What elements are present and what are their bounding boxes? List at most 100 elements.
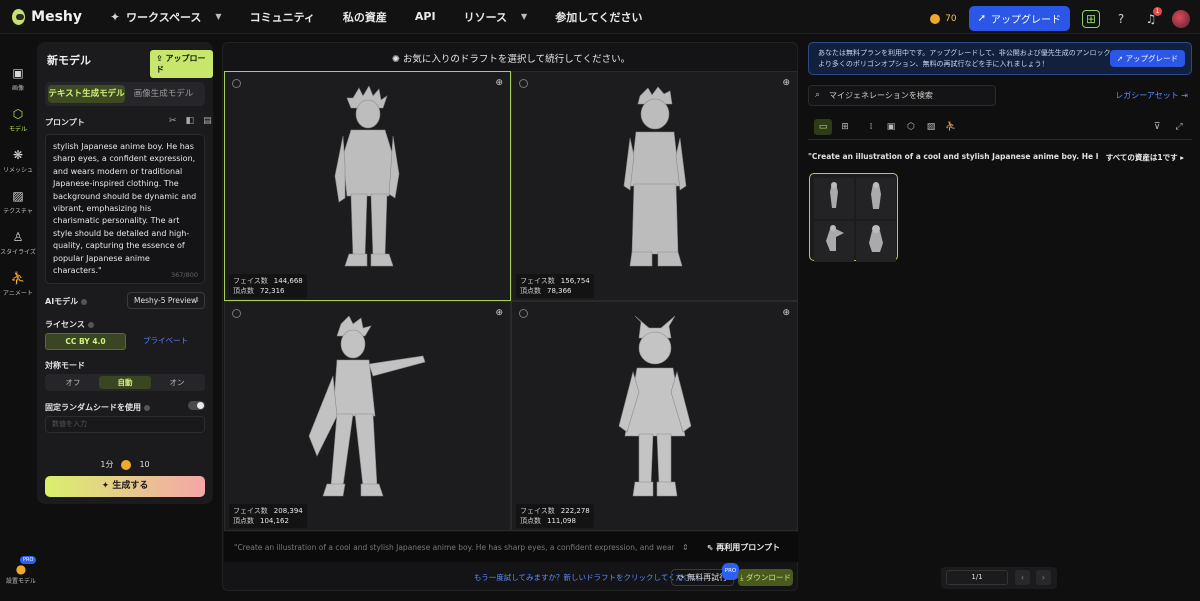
seed-label: 固定ランダムシードを使用 xyxy=(45,402,150,413)
legacy-assets-link[interactable]: レガシーアセット ⇥ xyxy=(1115,90,1188,101)
asset-count-link[interactable]: すべての資産は1です ▸ xyxy=(1106,152,1184,163)
rail-item-texture[interactable]: ▨ テクスチャ xyxy=(0,189,36,215)
zoom-in-icon[interactable]: ⊕ xyxy=(782,308,790,318)
nav-community[interactable]: コミュニティ xyxy=(236,9,329,25)
texture-icon: ▨ xyxy=(12,189,24,203)
cube-icon[interactable]: ⬡ xyxy=(902,119,920,135)
help-icon[interactable]: ? xyxy=(1112,10,1130,28)
symmetry-off[interactable]: オフ xyxy=(47,376,99,389)
image-icon[interactable]: ▣ xyxy=(882,119,900,135)
arrow-right-icon: ⇥ xyxy=(1181,91,1188,100)
ai-model-label: AIモデル xyxy=(45,296,88,307)
loading-icon: ✺ xyxy=(391,54,400,65)
info-icon[interactable] xyxy=(144,404,150,411)
filter-off-icon[interactable]: ⊽ xyxy=(1148,119,1166,135)
draft-card[interactable]: ⊕ フェイス数 156,754 頂点数 78,366 xyxy=(511,71,798,301)
chevron-updown-icon: ⇕ xyxy=(194,296,200,304)
symmetry-auto[interactable]: 自動 xyxy=(99,376,151,389)
draft-radio[interactable] xyxy=(232,309,241,318)
seed-input[interactable]: 数値を入力 xyxy=(45,416,205,433)
sparkle-icon: ✦ xyxy=(101,481,110,491)
draft-card[interactable]: ⊕ フェイス数 144,668 頂点数 72,316 xyxy=(224,71,511,301)
chevron-updown-icon[interactable]: ⇕ xyxy=(682,543,689,552)
magic-wand-icon[interactable]: ✂ xyxy=(169,116,177,126)
draft-model-preview xyxy=(618,316,691,497)
running-figure-icon[interactable]: ⛹ xyxy=(942,119,960,135)
license-cc-by[interactable]: CC BY 4.0 xyxy=(45,333,126,350)
download-button[interactable]: ⤓ ダウンロード xyxy=(738,569,793,586)
chevron-right-icon[interactable]: › xyxy=(1036,570,1051,585)
dots-grid-icon[interactable]: ⁞ xyxy=(862,119,880,135)
expand-icon[interactable]: ⤢ xyxy=(1170,119,1188,135)
page-input[interactable]: 1/1 xyxy=(946,570,1008,585)
search-input[interactable]: ⌕ マイジェネレーションを検索 xyxy=(808,85,996,106)
prompt-text[interactable]: stylish Japanese anime boy. He has sharp… xyxy=(53,141,199,277)
tab-text-to-model[interactable]: テキスト生成モデル xyxy=(48,85,125,103)
seed-label-text: 固定ランダムシードを使用 xyxy=(45,403,141,412)
draft-card[interactable]: ⊕ フェイス数 222,278 頂点数 111,098 xyxy=(511,301,798,531)
rail-item-image[interactable]: ▣ 画像 xyxy=(0,66,36,92)
zoom-in-icon[interactable]: ⊕ xyxy=(782,78,790,88)
draft-footer: もう一度試してみますか？新しいドラフトをクリックしてください。 ⟳ 無料再試行 … xyxy=(223,563,799,587)
reuse-prompt-button[interactable]: ⇖ 再利用プロンプト xyxy=(707,542,780,553)
rail-item-remesh[interactable]: ❋ リメッシュ xyxy=(0,148,36,174)
ai-model-select[interactable]: Meshy-5 Preview ⇕ xyxy=(127,292,205,309)
thumbnail-cell xyxy=(856,178,896,219)
rail-item-animate[interactable]: ⛹ アニメート xyxy=(0,271,36,297)
asset-thumbnail[interactable] xyxy=(809,173,898,262)
texture-icon[interactable]: ▨ xyxy=(922,119,940,135)
zoom-in-icon[interactable]: ⊕ xyxy=(495,308,503,318)
rail-item-stylize[interactable]: ♙ スタイライズ xyxy=(0,230,36,256)
bell-icon[interactable]: ♫ 1 xyxy=(1142,6,1162,28)
seed-toggle[interactable] xyxy=(188,401,205,410)
rail-label: 設置モデル xyxy=(6,578,37,585)
cube-icon: ⬡ xyxy=(12,107,24,121)
prompt-preview[interactable]: "Create an illustration of a cool and st… xyxy=(224,543,674,552)
chevron-left-icon[interactable]: ‹ xyxy=(1015,570,1030,585)
draft-radio[interactable] xyxy=(232,79,241,88)
upgrade-button[interactable]: ➚ アップグレード xyxy=(968,6,1070,31)
mode-toggle: テキスト生成モデル 画像生成モデル xyxy=(45,82,205,106)
expand-icon[interactable]: ◧ xyxy=(186,116,195,126)
thumbnail-figure xyxy=(830,182,838,208)
nav-join[interactable]: 参加してください xyxy=(541,9,656,25)
rail-item-rigged-model[interactable]: PRO ● 設置モデル xyxy=(6,556,37,585)
clipboard-icon[interactable]: ▤ xyxy=(203,116,212,126)
zoom-in-icon[interactable]: ⊕ xyxy=(495,78,503,88)
tab-image-to-model[interactable]: 画像生成モデル xyxy=(125,85,202,103)
upload-button[interactable]: ⇪ アップロード xyxy=(150,50,213,78)
avatar[interactable] xyxy=(1172,9,1190,28)
generate-button[interactable]: ✦ 生成する xyxy=(45,476,205,497)
grid-icon[interactable]: ⊞ xyxy=(836,119,854,135)
asset-prompt: "Create an illustration of a cool and st… xyxy=(808,152,1098,161)
nav-workspace[interactable]: ✦ ワークスペース ▼ xyxy=(96,9,236,25)
credits-display[interactable]: 70 xyxy=(930,13,957,24)
rail-item-model[interactable]: ⬡ モデル xyxy=(0,107,36,133)
asset-filters: ▭ ⊞ ⁞ ▣ ⬡ ▨ ⛹ ⊽ ⤢ xyxy=(808,119,1192,137)
image-icon: ▣ xyxy=(12,66,24,80)
nav-join-label: 参加してください xyxy=(555,10,643,24)
license-toggle: CC BY 4.0 プライベート xyxy=(45,333,205,350)
draft-radio[interactable] xyxy=(519,309,528,318)
nav-my-assets[interactable]: 私の資産 xyxy=(329,9,401,25)
nav-api[interactable]: API xyxy=(401,10,450,23)
free-retry-button[interactable]: ⟳ 無料再試行 PRO xyxy=(671,563,740,586)
license-label: ライセンス xyxy=(45,319,94,330)
symmetry-on[interactable]: オン xyxy=(151,376,203,389)
brand-logo[interactable]: Meshy xyxy=(12,8,82,25)
pagination: 1/1 ‹ › xyxy=(941,567,1057,589)
download-label: ダウンロード xyxy=(745,573,791,582)
draft-radio[interactable] xyxy=(519,79,528,88)
license-private[interactable]: プライベート xyxy=(126,333,205,350)
folder-icon[interactable]: ▭ xyxy=(814,119,832,135)
banner-upgrade-button[interactable]: ➚ アップグレード xyxy=(1109,50,1185,67)
draft-card[interactable]: ⊕ フェイス数 208,394 頂点数 104,162 xyxy=(224,301,511,531)
nav-resources[interactable]: リソース ▼ xyxy=(450,9,542,25)
stylize-icon: ♙ xyxy=(12,230,24,244)
info-icon[interactable] xyxy=(81,298,88,305)
gift-icon[interactable]: ⊞ xyxy=(1082,9,1100,28)
upload-label: アップロード xyxy=(156,54,206,74)
prompt-textarea[interactable]: stylish Japanese anime boy. He has sharp… xyxy=(45,134,205,284)
info-icon[interactable] xyxy=(87,321,94,328)
draft-stats: フェイス数 222,278 頂点数 111,098 xyxy=(516,504,594,528)
